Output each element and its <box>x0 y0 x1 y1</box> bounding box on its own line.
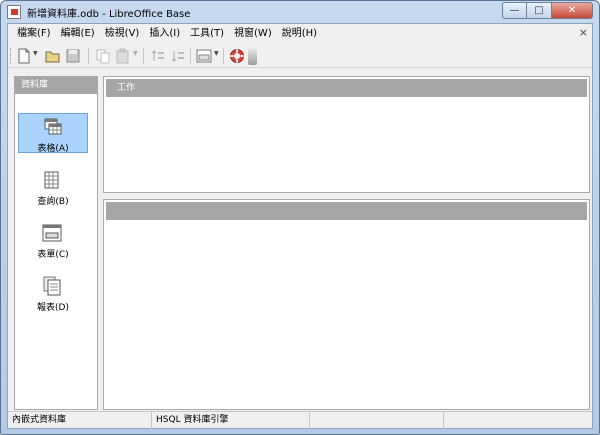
menu-window[interactable]: 視窗(W) <box>229 24 277 43</box>
reports-icon <box>43 276 61 296</box>
copy-icon[interactable] <box>95 48 111 64</box>
window-title: 新增資料庫.odb - LibreOffice Base <box>27 9 191 20</box>
menu-bar: 檔案(F) 編輯(E) 檢視(V) 插入(I) 工具(T) 視窗(W) 說明(H… <box>8 24 592 43</box>
status-cell-empty <box>310 412 444 429</box>
sidebar-item-forms[interactable]: 表單(C) <box>18 220 88 260</box>
main-area: 檔案(F) 編輯(E) 檢視(V) 插入(I) 工具(T) 視窗(W) 說明(H… <box>7 23 593 429</box>
toolbar-options-handle[interactable] <box>248 47 257 65</box>
menu-insert[interactable]: 插入(I) <box>144 24 185 43</box>
toolbar-separator <box>143 48 144 64</box>
tasks-panel: 工作 <box>103 76 590 193</box>
objects-panel <box>103 199 590 410</box>
sidebar-item-label: 表格(A) <box>37 144 69 154</box>
save-icon[interactable] <box>65 48 81 64</box>
sidebar-item-label: 表單(C) <box>37 250 69 260</box>
open-folder-icon[interactable] <box>45 48 61 64</box>
menu-help[interactable]: 說明(H) <box>277 24 322 43</box>
sidebar-item-queries[interactable]: 查詢(B) <box>18 167 88 207</box>
window-controls: — □ ✕ <box>502 2 593 19</box>
sort-descending-icon[interactable] <box>170 48 186 64</box>
maximize-button[interactable]: □ <box>527 2 552 19</box>
close-window-button[interactable]: ✕ <box>552 2 593 19</box>
toolbar-separator <box>190 48 191 64</box>
menu-edit[interactable]: 編輯(E) <box>56 24 100 43</box>
menu-tools[interactable]: 工具(T) <box>185 24 229 43</box>
paste-dropdown-arrow-icon[interactable]: ▼ <box>133 50 138 57</box>
title-bar[interactable]: 新增資料庫.odb - LibreOffice Base — □ ✕ <box>1 1 599 23</box>
menu-file[interactable]: 檔案(F) <box>12 24 56 43</box>
sidebar-item-label: 查詢(B) <box>37 197 69 207</box>
sidebar-item-label: 報表(D) <box>37 303 69 313</box>
form-icon[interactable] <box>196 48 212 64</box>
new-dropdown-arrow-icon[interactable]: ▼ <box>33 50 38 57</box>
sidebar-header: 資料庫 <box>15 77 97 94</box>
close-document-button[interactable]: × <box>579 26 588 39</box>
status-cell-empty <box>444 412 592 429</box>
toolbar-grip[interactable] <box>10 48 13 64</box>
standard-toolbar: ▼ ▼ ▼ <box>8 44 592 68</box>
app-window: 新增資料庫.odb - LibreOffice Base — □ ✕ 檔案(F)… <box>0 0 600 435</box>
toolbar-separator <box>88 48 89 64</box>
toolbar-separator <box>223 48 224 64</box>
sort-ascending-icon[interactable] <box>150 48 166 64</box>
database-sidebar: 資料庫 表格(A) 查詢(B) 表單(C) 報表(D) <box>14 76 98 410</box>
form-dropdown-arrow-icon[interactable]: ▼ <box>214 50 219 57</box>
help-lifebuoy-icon[interactable] <box>229 48 245 64</box>
forms-icon <box>42 224 62 242</box>
status-database-engine: HSQL 資料庫引擎 <box>152 412 310 429</box>
status-bar: 內嵌式資料庫 HSQL 資料庫引擎 <box>8 411 592 429</box>
menu-view[interactable]: 檢視(V) <box>100 24 145 43</box>
tables-icon <box>44 118 62 135</box>
sidebar-item-tables[interactable]: 表格(A) <box>18 113 88 154</box>
status-embedded-database: 內嵌式資料庫 <box>8 412 152 429</box>
paste-icon[interactable] <box>115 48 131 64</box>
minimize-button[interactable]: — <box>502 2 527 19</box>
new-document-icon[interactable] <box>17 48 31 64</box>
sidebar-item-reports[interactable]: 報表(D) <box>18 273 88 313</box>
queries-icon <box>44 171 59 189</box>
tasks-panel-header: 工作 <box>106 79 587 97</box>
objects-panel-header <box>106 202 587 220</box>
libreoffice-base-app-icon[interactable] <box>7 5 21 19</box>
